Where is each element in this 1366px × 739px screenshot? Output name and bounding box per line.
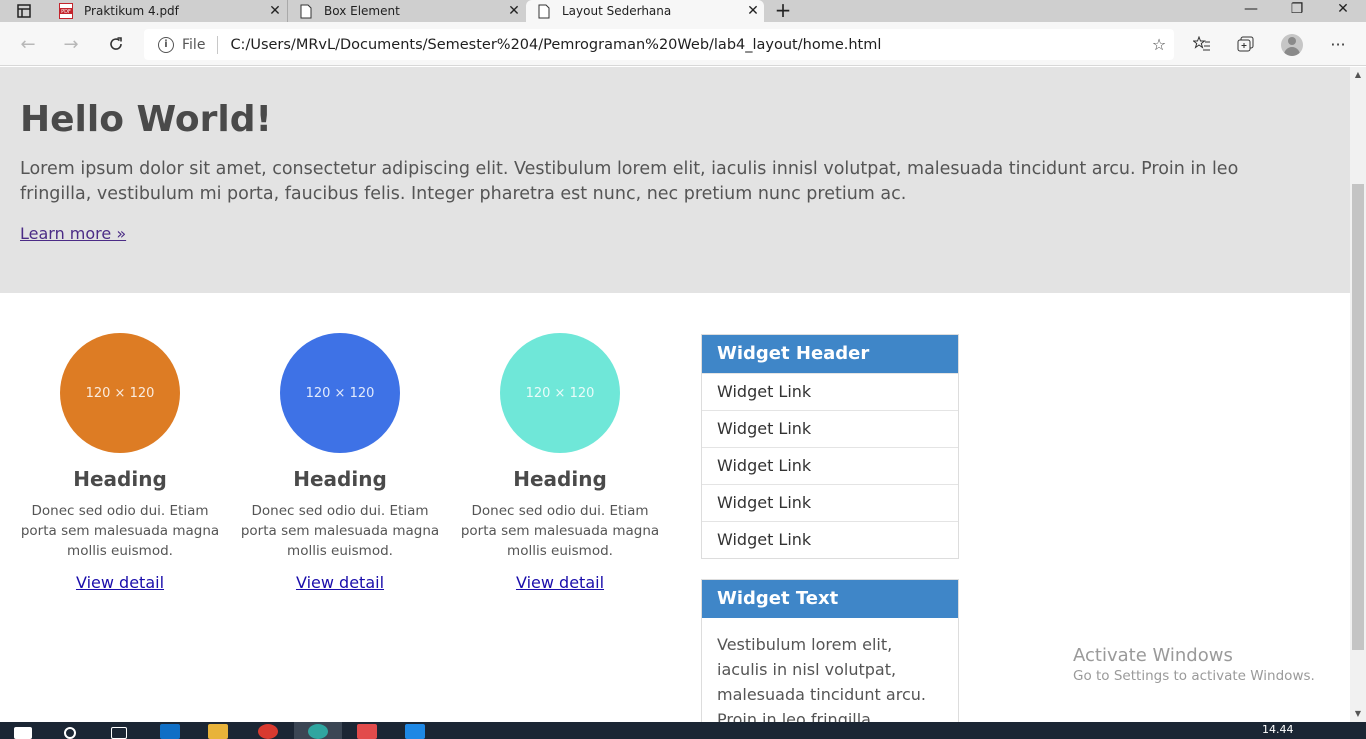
column-heading: Heading: [293, 467, 387, 491]
widget-link[interactable]: Widget Link: [702, 447, 958, 484]
close-window-icon[interactable]: ✕: [1320, 0, 1366, 22]
column-heading: Heading: [73, 467, 167, 491]
more-options-icon[interactable]: ···: [1326, 33, 1350, 55]
view-detail-link[interactable]: View detail: [296, 573, 384, 592]
scroll-down-icon[interactable]: ▼: [1350, 706, 1366, 722]
tab-box-element[interactable]: Box Element ✕: [287, 0, 525, 22]
activate-windows-watermark: Activate Windows Go to Settings to activ…: [1073, 645, 1315, 684]
column-text: Donec sed odio dui. Etiam porta sem male…: [240, 503, 440, 559]
page-icon: [536, 3, 552, 19]
windows-taskbar: 14.44: [0, 722, 1366, 739]
app-icon[interactable]: [357, 724, 377, 739]
hero-section: Hello World! Lorem ipsum dolor sit amet,…: [0, 67, 1350, 293]
column-text: Donec sed odio dui. Etiam porta sem male…: [460, 503, 660, 559]
back-icon[interactable]: ←: [15, 31, 41, 57]
pdf-icon: PDF: [58, 3, 74, 19]
favorites-icon[interactable]: [1190, 33, 1214, 55]
close-tab-icon[interactable]: ✕: [503, 3, 525, 19]
tab-praktikum-pdf[interactable]: PDF Praktikum 4.pdf ✕: [48, 0, 286, 22]
widget-link[interactable]: Widget Link: [702, 484, 958, 521]
collections-icon[interactable]: [1234, 33, 1258, 55]
url-text[interactable]: C:/Users/MRvL/Documents/Semester%204/Pem…: [230, 37, 1144, 53]
watermark-subtitle: Go to Settings to activate Windows.: [1073, 668, 1315, 684]
placeholder-image: 120 × 120: [500, 333, 620, 453]
taskbar-clock[interactable]: 14.44: [1262, 723, 1294, 736]
profile-avatar[interactable]: [1281, 34, 1303, 56]
forward-icon[interactable]: →: [58, 31, 84, 57]
add-favorite-icon[interactable]: ☆: [1144, 35, 1174, 54]
close-tab-icon[interactable]: ✕: [264, 3, 286, 19]
column-heading: Heading: [513, 467, 607, 491]
address-bar[interactable]: i File C:/Users/MRvL/Documents/Semester%…: [144, 29, 1174, 60]
chrome-icon[interactable]: [258, 724, 278, 739]
tab-strip: PDF Praktikum 4.pdf ✕ Box Element ✕ Layo…: [0, 0, 1366, 22]
tab-layout-sederhana[interactable]: Layout Sederhana ✕: [526, 0, 764, 22]
scroll-up-icon[interactable]: ▲: [1350, 67, 1366, 83]
close-tab-icon[interactable]: ✕: [742, 3, 764, 19]
search-icon[interactable]: [64, 727, 76, 739]
address-divider: [217, 35, 219, 54]
page-viewport: Hello World! Lorem ipsum dolor sit amet,…: [0, 67, 1350, 722]
minimize-icon[interactable]: —: [1228, 0, 1274, 22]
site-info-icon[interactable]: i: [158, 36, 174, 53]
feature-column-3: 120 × 120 Heading Donec sed odio dui. Et…: [450, 333, 670, 592]
hero-body: Lorem ipsum dolor sit amet, consectetur …: [20, 159, 1239, 204]
tab-actions-button[interactable]: [0, 0, 48, 22]
widget-link[interactable]: Widget Link: [702, 521, 958, 558]
page-icon: [298, 3, 314, 19]
vertical-scrollbar[interactable]: ▲ ▼: [1350, 67, 1366, 722]
browser-toolbar: ← → i File C:/Users/MRvL/Documents/Semes…: [0, 22, 1366, 66]
tab-title: Layout Sederhana: [562, 4, 672, 18]
watermark-title: Activate Windows: [1073, 645, 1233, 666]
column-text: Donec sed odio dui. Etiam porta sem male…: [20, 503, 220, 559]
file-explorer-icon[interactable]: [208, 724, 228, 739]
restore-icon[interactable]: ❐: [1274, 0, 1320, 22]
edge-icon: [308, 724, 328, 739]
scroll-thumb[interactable]: [1352, 184, 1364, 650]
view-detail-link[interactable]: View detail: [76, 573, 164, 592]
widget-links: Widget Header Widget Link Widget Link Wi…: [701, 334, 959, 559]
feature-column-2: 120 × 120 Heading Donec sed odio dui. Et…: [230, 333, 450, 592]
refresh-icon[interactable]: [103, 31, 129, 57]
mail-icon[interactable]: [160, 724, 180, 739]
widget-link[interactable]: Widget Link: [702, 373, 958, 410]
tab-title: Praktikum 4.pdf: [84, 4, 179, 18]
new-tab-icon[interactable]: +: [770, 0, 796, 22]
task-view-icon[interactable]: [111, 727, 127, 739]
feature-column-1: 120 × 120 Heading Donec sed odio dui. Et…: [10, 333, 230, 592]
hero-title: Hello World!: [20, 99, 272, 140]
learn-more-link[interactable]: Learn more »: [20, 224, 126, 243]
vscode-icon[interactable]: [405, 724, 425, 739]
tab-title: Box Element: [324, 4, 400, 18]
widget-header: Widget Header: [702, 335, 958, 373]
start-icon[interactable]: [14, 727, 32, 739]
placeholder-image: 120 × 120: [280, 333, 400, 453]
widget-text-body: Vestibulum lorem elit, iaculis in nisl v…: [717, 635, 926, 722]
placeholder-image: 120 × 120: [60, 333, 180, 453]
url-scheme-label: File: [182, 36, 206, 53]
tab-actions-icon: [17, 4, 31, 18]
widget-link[interactable]: Widget Link: [702, 410, 958, 447]
widget-text: Widget Text Vestibulum lorem elit, iacul…: [701, 579, 959, 722]
svg-text:PDF: PDF: [61, 9, 71, 15]
view-detail-link[interactable]: View detail: [516, 573, 604, 592]
widget-text-header: Widget Text: [702, 580, 958, 618]
